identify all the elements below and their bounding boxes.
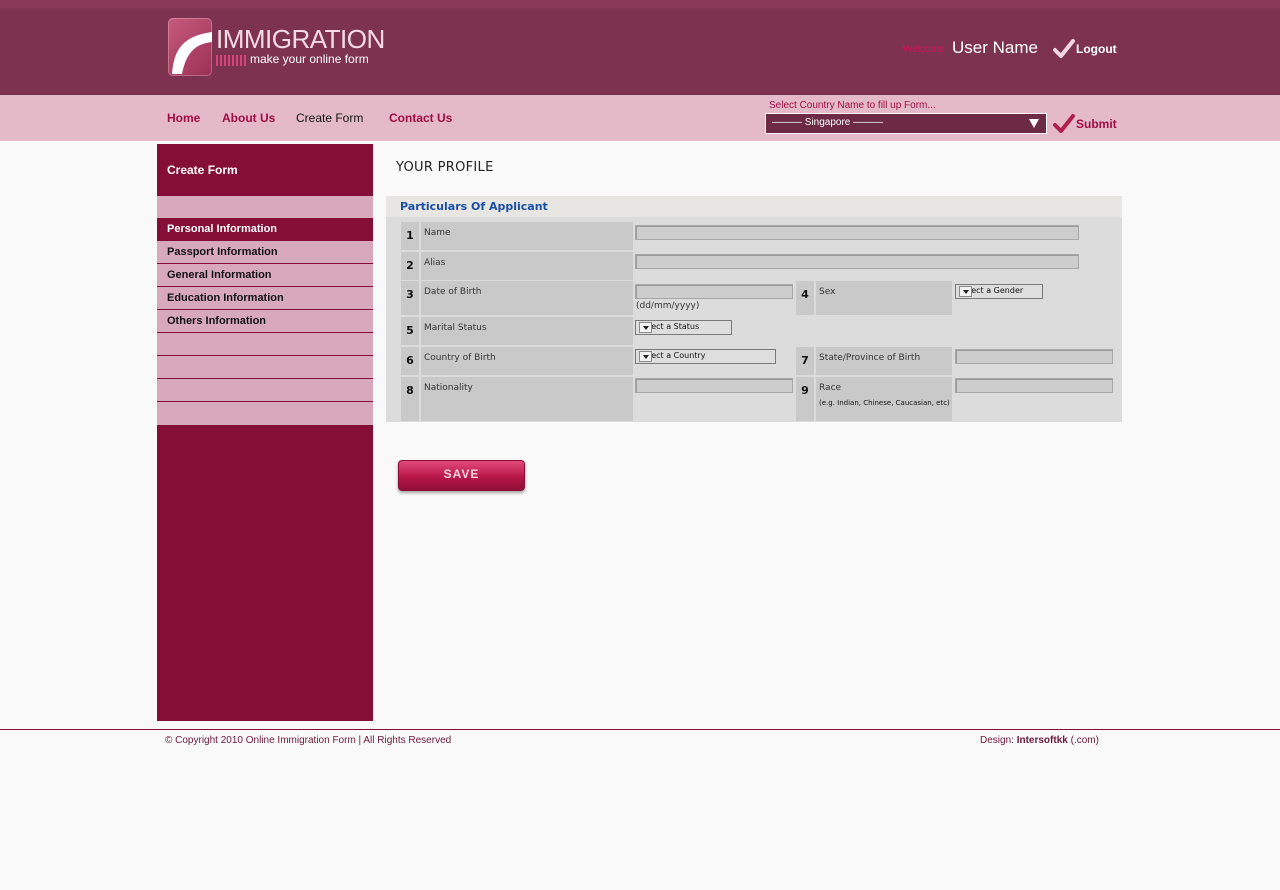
field-number: 4: [796, 281, 814, 315]
sidebar-heading-label: Create Form: [167, 163, 238, 177]
nav-about-us[interactable]: About Us: [222, 111, 275, 125]
submit-label: Submit: [1076, 117, 1117, 131]
dropdown-arrow-icon: [1029, 119, 1039, 128]
sidebar-empty-row: [157, 356, 373, 379]
logout-label: Logout: [1076, 42, 1117, 56]
footer-copyright: © Copyright 2010 Online Immigration Form…: [165, 735, 452, 746]
nav-create-form[interactable]: Create Form: [296, 111, 363, 125]
welcome-text: Welcome: [903, 44, 945, 55]
save-button[interactable]: SAVE: [398, 460, 525, 491]
logo-mark-icon: [168, 18, 212, 76]
field-number: 8: [401, 377, 419, 421]
section-title: Particulars Of Applicant: [400, 200, 548, 213]
country-selected-value: ——— Singapore ———: [772, 117, 884, 128]
field-label-alias: Alias: [421, 252, 633, 280]
sidebar-item-education-information[interactable]: Education Information: [157, 287, 373, 310]
name-input[interactable]: [635, 225, 1079, 240]
sidebar-item-label: Personal Information: [167, 223, 278, 235]
sidebar-item-passport-information[interactable]: Passport Information: [157, 241, 373, 264]
gender-select[interactable]: Select a Gender: [955, 284, 1043, 299]
field-label-name: Name: [421, 222, 633, 250]
country-of-birth-select[interactable]: Select a Country: [635, 349, 776, 364]
design-suffix: (.com): [1067, 735, 1099, 746]
sidebar-item-label: Education Information: [167, 292, 284, 304]
sidebar-empty-row: [157, 379, 373, 402]
sidebar-item-label: General Information: [167, 269, 272, 281]
logo-stripes: [216, 55, 246, 66]
logo-tagline: make your online form: [250, 52, 369, 66]
footer-design-credit: Design: Intersoftkk (.com): [980, 735, 1099, 746]
chevron-down-icon: [959, 286, 972, 297]
design-prefix: Design:: [980, 735, 1017, 746]
race-hint: (e.g. Indian, Chinese, Caucasian, etc): [819, 399, 950, 407]
chevron-down-icon: [639, 351, 652, 362]
sidebar-item-label: Others Information: [167, 315, 267, 327]
field-label-sex: Sex: [816, 281, 952, 315]
alias-input[interactable]: [635, 254, 1079, 269]
sidebar-item-label: Passport Information: [167, 246, 278, 258]
sidebar-empty-row: [157, 402, 373, 425]
country-select[interactable]: ——— Singapore ———: [765, 113, 1047, 134]
sidebar-empty-row: [157, 333, 373, 356]
logout-button[interactable]: Logout: [1053, 38, 1117, 60]
field-label-state-province: State/Province of Birth: [816, 347, 952, 375]
field-label-nationality: Nationality: [421, 377, 633, 421]
sidebar-item-others-information[interactable]: Others Information: [157, 310, 373, 333]
sidebar-heading: Create Form: [157, 144, 373, 196]
field-label-race: Race (e.g. Indian, Chinese, Caucasian, e…: [816, 377, 952, 421]
field-label-marital-status: Marital Status: [421, 317, 633, 345]
logo-title: IMMIGRATION: [216, 24, 385, 54]
field-number: 9: [796, 377, 814, 421]
site-logo[interactable]: IMMIGRATION make your online form: [168, 18, 385, 78]
sidebar-item-personal-information[interactable]: Personal Information: [157, 218, 373, 241]
sidebar: Create Form Personal Information Passpor…: [157, 144, 373, 721]
page-title: YOUR PROFILE: [396, 160, 494, 175]
country-prompt: Select Country Name to fill up Form...: [769, 100, 936, 111]
field-number: 7: [796, 347, 814, 375]
footer-divider: [0, 729, 1280, 730]
field-label-date-of-birth: Date of Birth: [421, 281, 633, 315]
sidebar-list: Personal Information Passport Informatio…: [157, 218, 373, 425]
date-of-birth-input[interactable]: [635, 284, 793, 299]
race-input[interactable]: [955, 378, 1113, 393]
field-number: 1: [401, 222, 419, 250]
user-name: User Name: [952, 38, 1038, 57]
save-button-label: SAVE: [443, 467, 480, 481]
form-section-header: Particulars Of Applicant: [386, 196, 1122, 217]
submit-button[interactable]: Submit: [1053, 112, 1117, 136]
nationality-input[interactable]: [635, 378, 793, 393]
particulars-form: Particulars Of Applicant 1 Name 2 Alias …: [386, 196, 1122, 422]
sidebar-spacer: [157, 196, 373, 218]
field-number: 6: [401, 347, 419, 375]
field-number: 2: [401, 252, 419, 280]
nav-contact-us[interactable]: Contact Us: [389, 111, 452, 125]
marital-status-select[interactable]: Select a Status: [635, 320, 732, 335]
date-format-hint: (dd/mm/yyyy): [636, 301, 700, 311]
design-brand-link[interactable]: Intersoftkk: [1017, 735, 1068, 746]
checkmark-icon: [1053, 114, 1075, 133]
header: IMMIGRATION make your online form Welcom…: [0, 0, 1280, 95]
checkmark-icon: [1053, 39, 1075, 58]
state-province-input[interactable]: [955, 349, 1113, 364]
field-label-country-of-birth: Country of Birth: [421, 347, 633, 375]
nav-home[interactable]: Home: [167, 111, 200, 125]
nav-bar: Home About Us Create Form Contact Us Sel…: [0, 95, 1280, 141]
race-label: Race: [819, 383, 842, 393]
field-number: 3: [401, 281, 419, 315]
field-number: 5: [401, 317, 419, 345]
sidebar-item-general-information[interactable]: General Information: [157, 264, 373, 287]
chevron-down-icon: [639, 322, 652, 333]
